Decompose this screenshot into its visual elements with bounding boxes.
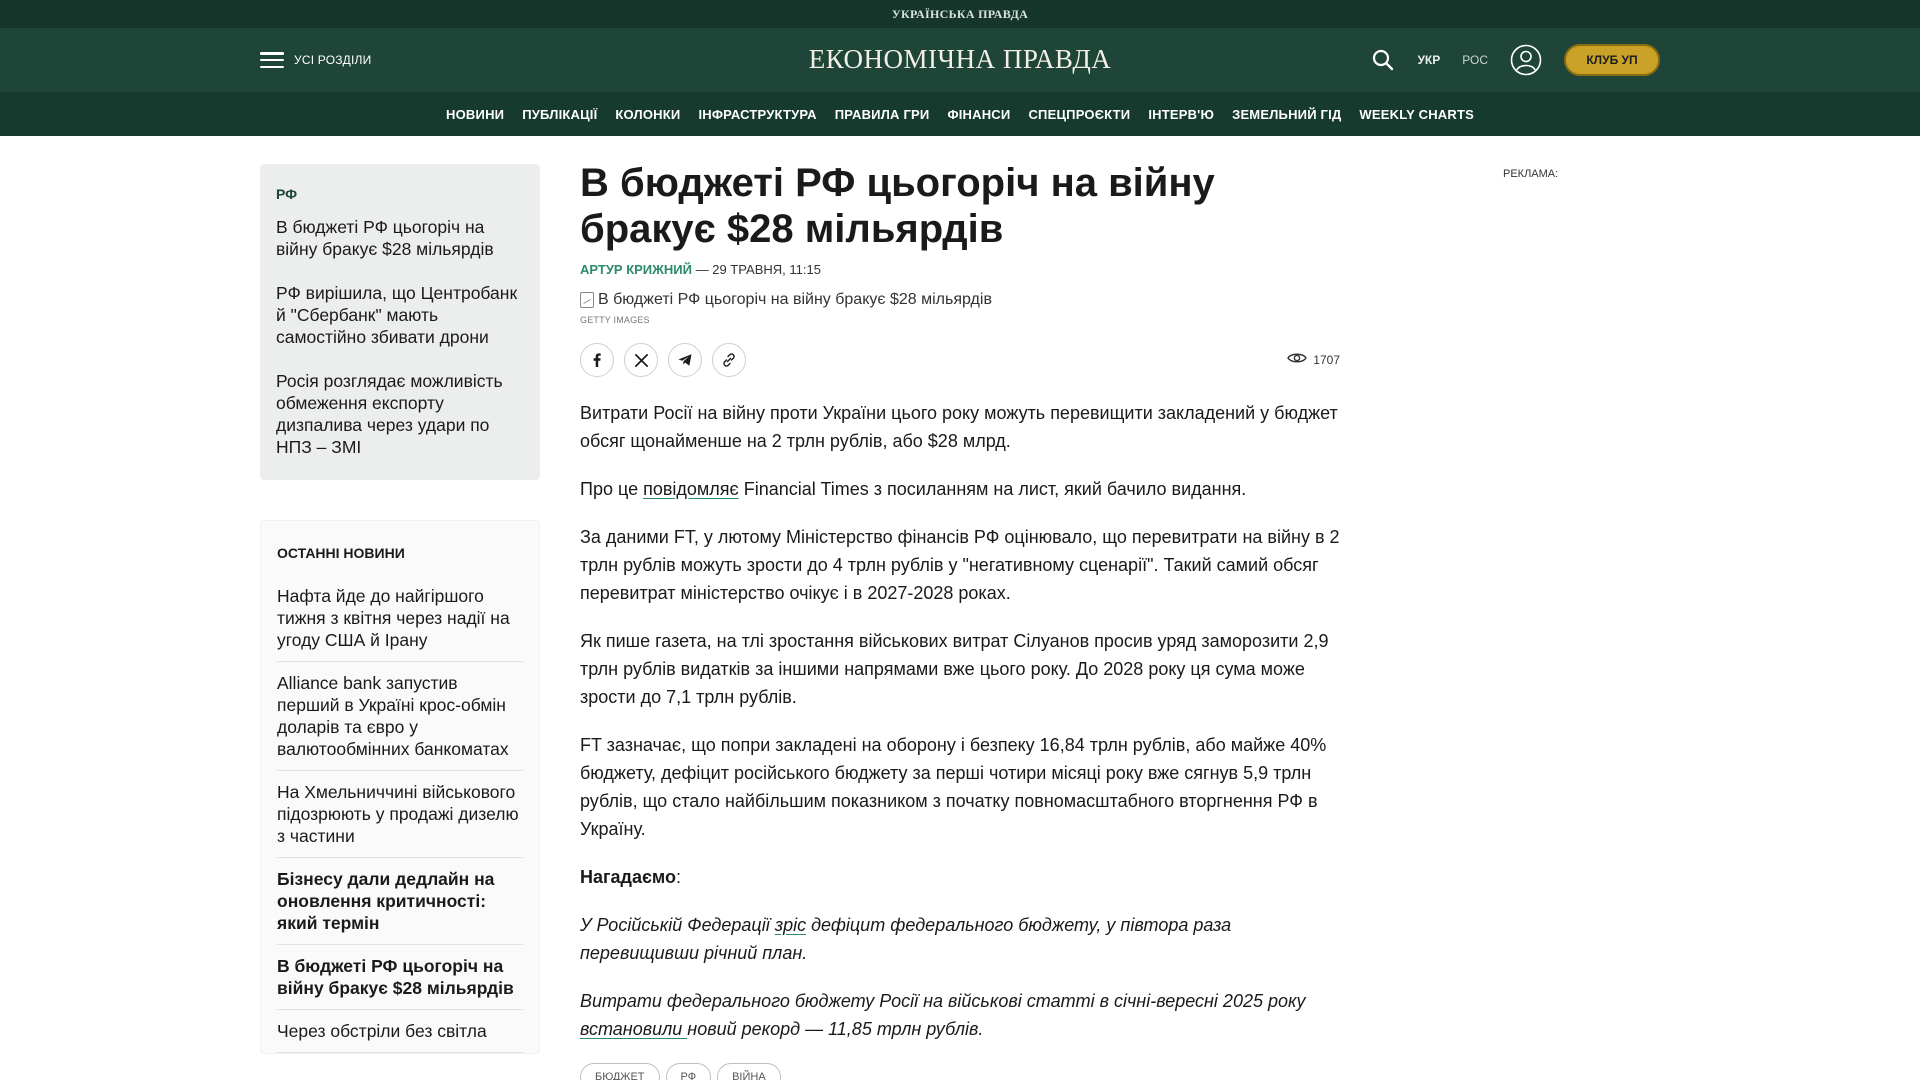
latest-news-item[interactable]: В бюджеті РФ цьогоріч на війну бракує $2… [277, 945, 523, 1010]
header: УСІ РОЗДІЛИ ЕКОНОМІЧНА ПРАВДА УКР РОС КЛ… [0, 28, 1920, 92]
article: В бюджеті РФ цьогоріч на війну бракує $2… [580, 160, 1340, 1080]
telegram-icon[interactable] [668, 343, 702, 377]
latest-news-item[interactable]: Через обстріли без світла [277, 1010, 523, 1053]
inline-link[interactable]: встановили [580, 1019, 687, 1039]
lang-ros[interactable]: РОС [1462, 53, 1488, 67]
facebook-icon[interactable] [580, 343, 614, 377]
link-icon[interactable] [712, 343, 746, 377]
eye-icon [1287, 351, 1308, 368]
article-photo: В бюджеті РФ цьогоріч на війну бракує $2… [580, 291, 1340, 309]
sidebar: РФ В бюджеті РФ цьогоріч на війну бракує… [260, 164, 540, 1054]
paragraph: Витрати федерального бюджету Росії на ві… [580, 991, 1306, 1039]
article-title: В бюджеті РФ цьогоріч на війну бракує $2… [580, 161, 1215, 251]
source-link[interactable]: повідомляє [643, 479, 739, 499]
broken-image-icon [580, 292, 594, 308]
lang-ukr[interactable]: УКР [1417, 53, 1440, 67]
tag[interactable]: ВІЙНА [717, 1063, 781, 1080]
paragraph: У Російській Федерації зріс дефіцит феде… [580, 915, 1232, 963]
author-link[interactable]: АРТУР КРИЖНИЙ [580, 262, 692, 277]
nav-item-special-projects[interactable]: СПЕЦПРОЄКТИ [1028, 107, 1130, 122]
paragraph: Витрати Росії на війну проти України цьо… [580, 403, 1338, 451]
ad-label: РЕКЛАМА: [1503, 168, 1559, 180]
nav-item-columns[interactable]: КОЛОНКИ [615, 107, 680, 122]
byline: АРТУР КРИЖНИЙ — 29 ТРАВНЯ, 11:15 [580, 262, 1340, 277]
latest-news-item[interactable]: Нафта йде до найгіршого тижня з квітня ч… [277, 575, 523, 662]
publish-date: — 29 ТРАВНЯ, 11:15 [691, 262, 821, 277]
latest-news-item[interactable]: Бізнесу дали дедлайн на оновлення критич… [277, 858, 523, 945]
site-brand[interactable]: УКРАЇНСЬКА ПРАВДА [892, 7, 1028, 22]
inline-link[interactable]: зріс [775, 915, 806, 935]
paragraph: Як пише газета, на тлі зростання військо… [580, 631, 1329, 707]
latest-news-item[interactable]: Alliance bank запустив перший в Україні … [277, 662, 523, 771]
latest-news-box: ОСТАННІ НОВИНИ Нафта йде до найгіршого т… [260, 520, 540, 1054]
tag-list: БЮДЖЕТ РФ ВІЙНА [580, 1063, 1340, 1080]
nav-item-land-guide[interactable]: ЗЕМЕЛЬНИЙ ГІД [1232, 107, 1341, 122]
related-news-box: РФ В бюджеті РФ цьогоріч на війну бракує… [260, 164, 540, 480]
article-body: Витрати Росії на війну проти України цьо… [580, 399, 1340, 1080]
share-bar: 1707 [580, 343, 1340, 377]
user-icon[interactable] [1510, 44, 1542, 76]
nav-item-rules[interactable]: ПРАВИЛА ГРИ [835, 107, 930, 122]
nav-item-finance[interactable]: ФІНАНСИ [947, 107, 1010, 122]
tag[interactable]: РФ [665, 1063, 712, 1080]
search-icon[interactable] [1371, 48, 1395, 72]
nav-item-news[interactable]: НОВИНИ [446, 107, 504, 122]
related-item[interactable]: РФ вирішила, що Центробанк й "Сбербанк" … [276, 282, 524, 348]
x-icon[interactable] [624, 343, 658, 377]
paragraph: FT зазначає, що попри закладені на оборо… [580, 735, 1327, 839]
top-strip: УКРАЇНСЬКА ПРАВДА [0, 0, 1920, 28]
photo-alt-text: В бюджеті РФ цьогоріч на війну бракує $2… [598, 291, 992, 308]
paragraph: Про це повідомляє Financial Times з поси… [580, 479, 1247, 499]
header-actions: УКР РОС КЛУБ УП [1371, 42, 1660, 78]
nav-item-infrastructure[interactable]: ІНФРАСТРУКТУРА [698, 107, 816, 122]
nav-item-interview[interactable]: ІНТЕРВ'Ю [1148, 107, 1214, 122]
paragraph: За даними FT, у лютому Міністерство фіна… [580, 527, 1340, 603]
tag[interactable]: БЮДЖЕТ [580, 1063, 660, 1080]
related-item[interactable]: Росія розглядає можливість обмеження екс… [276, 370, 524, 458]
views-counter: 1707 [1287, 351, 1340, 368]
related-item[interactable]: В бюджеті РФ цьогоріч на війну бракує $2… [276, 216, 524, 260]
latest-news-heading: ОСТАННІ НОВИНИ [277, 545, 405, 561]
nav-item-weekly-charts[interactable]: WEEKLY CHARTS [1359, 107, 1474, 122]
nav-item-publications[interactable]: ПУБЛІКАЦІЇ [522, 107, 597, 122]
reminder-heading: Нагадаємо: [580, 867, 681, 887]
club-up-button[interactable]: КЛУБ УП [1564, 44, 1660, 76]
main-nav: НОВИНИ ПУБЛІКАЦІЇ КОЛОНКИ ІНФРАСТРУКТУРА… [0, 92, 1920, 136]
related-heading[interactable]: РФ [276, 186, 524, 202]
views-count: 1707 [1313, 352, 1340, 367]
latest-news-item[interactable]: На Хмельниччині військового підозрюють у… [277, 771, 523, 858]
photo-credit: GETTY IMAGES [580, 315, 650, 325]
